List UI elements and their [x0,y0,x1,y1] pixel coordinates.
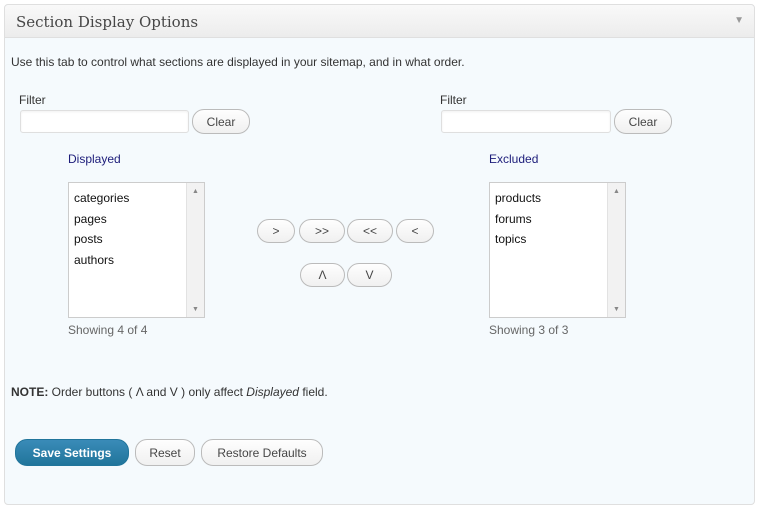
order-note: NOTE: Order buttons ( Λ and V ) only aff… [11,385,328,399]
move-down-button[interactable]: V [347,263,392,287]
note-text-middle: ) only affect [177,385,247,399]
excluded-heading: Excluded [489,152,539,166]
move-up-button[interactable]: Λ [300,263,345,287]
displayed-item-pages[interactable]: pages [74,209,129,230]
scroll-down-arrow-icon[interactable]: ▼ [608,301,625,317]
displayed-clear-button[interactable]: Clear [192,109,250,134]
displayed-filter-label: Filter [19,93,46,107]
displayed-heading: Displayed [68,152,121,166]
excluded-filter-input[interactable] [441,110,611,133]
excluded-item-forums[interactable]: forums [495,209,541,230]
displayed-item-authors[interactable]: authors [74,250,129,271]
excluded-clear-button[interactable]: Clear [614,109,672,134]
excluded-listbox[interactable]: products forums topics ▲ ▼ [489,182,626,318]
note-text-before: Order buttons ( [48,385,136,399]
excluded-item-topics[interactable]: topics [495,229,541,250]
displayed-list: categories pages posts authors [74,188,129,270]
displayed-showing-count: Showing 4 of 4 [68,323,148,337]
displayed-item-categories[interactable]: categories [74,188,129,209]
excluded-filter-label: Filter [440,93,467,107]
panel-header[interactable]: Section Display Options ▼ [5,5,754,38]
excluded-showing-count: Showing 3 of 3 [489,323,569,337]
displayed-scrollbar[interactable]: ▲ ▼ [186,183,204,317]
reset-button[interactable]: Reset [135,439,195,466]
move-left-button[interactable]: < [396,219,434,243]
restore-defaults-button[interactable]: Restore Defaults [201,439,323,466]
displayed-listbox[interactable]: categories pages posts authors ▲ ▼ [68,182,205,318]
note-field: Displayed [246,385,299,399]
intro-text: Use this tab to control what sections ar… [11,55,465,69]
note-label: NOTE: [11,385,49,399]
move-right-button[interactable]: > [257,219,295,243]
excluded-item-products[interactable]: products [495,188,541,209]
excluded-scrollbar[interactable]: ▲ ▼ [607,183,625,317]
excluded-list: products forums topics [495,188,541,250]
note-up-symbol: Λ [135,385,144,399]
note-and: and [143,385,170,399]
displayed-item-posts[interactable]: posts [74,229,129,250]
move-all-left-button[interactable]: << [347,219,393,243]
scroll-up-arrow-icon[interactable]: ▲ [187,183,204,199]
note-down-symbol: V [169,385,178,399]
displayed-filter-input[interactable] [20,110,189,133]
collapse-icon[interactable]: ▼ [734,15,744,26]
move-all-right-button[interactable]: >> [299,219,345,243]
save-settings-button[interactable]: Save Settings [15,439,129,466]
scroll-down-arrow-icon[interactable]: ▼ [187,301,204,317]
scroll-up-arrow-icon[interactable]: ▲ [608,183,625,199]
note-text-after: field. [298,385,328,399]
panel-title: Section Display Options [16,13,199,31]
